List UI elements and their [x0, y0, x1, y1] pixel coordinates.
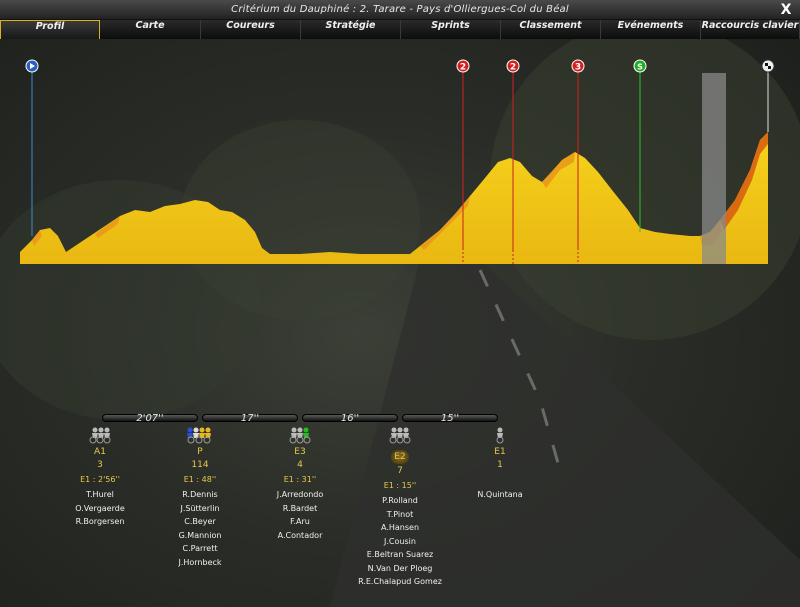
window-title: Critérium du Dauphiné : 2. Tarare - Pays… [231, 4, 569, 15]
rider-name[interactable]: R.Bardet [245, 502, 355, 516]
group-gap: E1 : 48'' [183, 475, 217, 484]
rider-name[interactable]: G.Mannion [145, 529, 255, 543]
climb-category-label: 2 [510, 63, 516, 73]
group-a1[interactable]: A1 3 E1 : 2'56'' T.Hurel O.Vergaerde R.B… [45, 424, 155, 529]
rider-name[interactable]: P.Rolland [345, 494, 455, 508]
rider-name[interactable]: R.Borgersen [45, 515, 155, 529]
climb-marker-icon[interactable]: 3 [571, 59, 585, 73]
group-rider-count: 114 [191, 460, 209, 470]
cyclist-icon [445, 424, 555, 444]
close-button[interactable]: X [778, 1, 794, 19]
rider-name[interactable]: J.Hornbeck [145, 556, 255, 570]
group-name: E3 [294, 447, 306, 457]
group-peloton[interactable]: P 114 E1 : 48'' R.Dennis J.Sütterlin C.B… [145, 424, 255, 569]
sprint-marker-icon[interactable]: S [633, 59, 647, 73]
gap-label: 2'07'' [136, 413, 164, 424]
climb-marker-icon[interactable]: 2 [456, 59, 470, 73]
tab-profil[interactable]: Profil [0, 20, 100, 39]
climb-category-label: 2 [460, 63, 466, 73]
rider-name[interactable]: F.Aru [245, 515, 355, 529]
rider-name[interactable]: R.E.Chalapud Gomez [345, 575, 455, 589]
rider-name[interactable]: T.Pinot [345, 508, 455, 522]
sprint-label: S [637, 63, 643, 72]
tab-carte[interactable]: Carte [100, 20, 201, 39]
group-rider-count: 1 [497, 460, 503, 470]
tab-bar: Profil Carte Coureurs Stratégie Sprints … [0, 20, 800, 39]
group-name: E1 [494, 447, 506, 457]
climb-marker-icon[interactable]: 2 [506, 59, 520, 73]
cyclist-group-icon [245, 424, 355, 444]
rider-name[interactable]: C.Parrett [145, 542, 255, 556]
group-gap [445, 474, 555, 486]
rider-name[interactable]: N.Van Der Ploeg [345, 562, 455, 576]
rider-name[interactable]: E.Beltran Suarez [345, 548, 455, 562]
cyclist-group-icon [345, 424, 455, 444]
window-title-bar: Critérium du Dauphiné : 2. Tarare - Pays… [0, 0, 800, 20]
rider-name[interactable]: C.Beyer [145, 515, 255, 529]
group-rider-count: 4 [297, 460, 303, 470]
rider-name[interactable]: T.Hurel [45, 488, 155, 502]
rider-name[interactable]: J.Cousin [345, 535, 455, 549]
tab-strategie[interactable]: Stratégie [301, 20, 401, 39]
group-name: E2 [391, 450, 409, 464]
tab-evenements[interactable]: Evénements [601, 20, 701, 39]
rider-name[interactable]: O.Vergaerde [45, 502, 155, 516]
group-gap: E1 : 31'' [283, 475, 317, 484]
group-e1[interactable]: E1 1 N.Quintana [445, 424, 555, 502]
climb-category-label: 3 [575, 63, 581, 73]
start-icon[interactable] [25, 59, 39, 73]
stage-profile[interactable]: 2 2 3 S [0, 40, 800, 280]
group-e2[interactable]: E2 7 E1 : 15'' P.Rolland T.Pinot A.Hanse… [345, 424, 455, 589]
gap-label: 15'' [440, 413, 460, 424]
stage-profile-chart: 2 2 3 S [20, 59, 775, 264]
group-rider-count: 3 [97, 460, 103, 470]
tab-raccourcis-clavier[interactable]: Raccourcis clavier [701, 20, 800, 39]
tab-sprints[interactable]: Sprints [401, 20, 501, 39]
tab-classement[interactable]: Classement [501, 20, 601, 39]
finish-flag-icon[interactable] [761, 59, 775, 73]
cyclist-group-icon [45, 424, 155, 444]
rider-name[interactable]: J.Arredondo [245, 488, 355, 502]
rider-name[interactable]: A.Hansen [345, 521, 455, 535]
rider-name[interactable]: J.Sütterlin [145, 502, 255, 516]
tab-coureurs[interactable]: Coureurs [201, 20, 301, 39]
peloton-jerseys-icon [145, 424, 255, 444]
group-e3[interactable]: E3 4 E1 : 31'' J.Arredondo R.Bardet F.Ar… [245, 424, 355, 542]
rider-name[interactable]: A.Contador [245, 529, 355, 543]
rider-name[interactable]: N.Quintana [445, 488, 555, 502]
gap-label: 17'' [240, 413, 260, 424]
gap-label: 16'' [340, 413, 360, 424]
group-gap: E1 : 15'' [383, 481, 417, 490]
group-name: P [197, 447, 203, 457]
elevation-profile [20, 132, 768, 264]
group-rider-count: 7 [397, 466, 403, 476]
group-gap: E1 : 2'56'' [80, 475, 120, 484]
group-name: A1 [94, 447, 106, 457]
rider-name[interactable]: R.Dennis [145, 488, 255, 502]
